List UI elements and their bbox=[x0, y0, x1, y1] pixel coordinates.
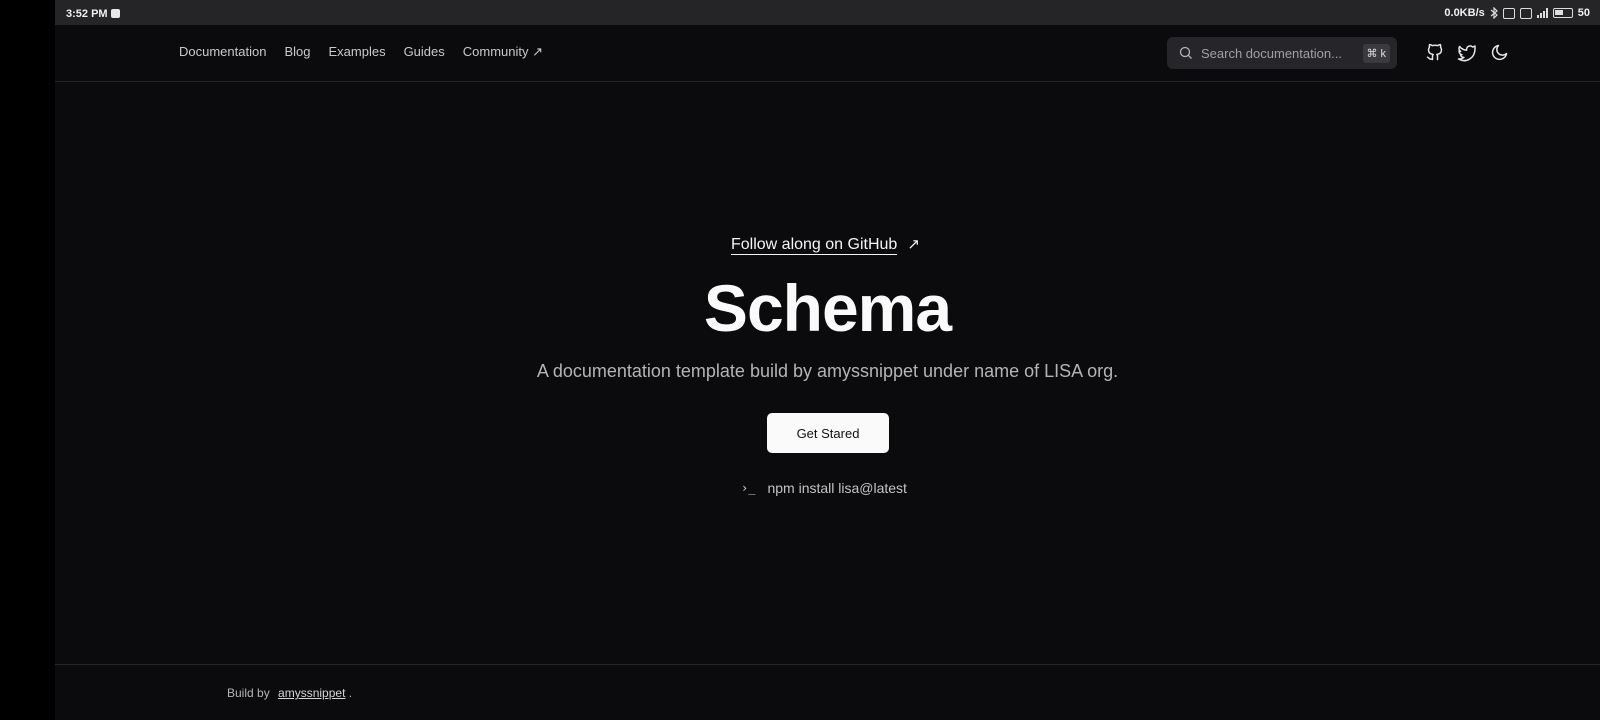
get-started-button[interactable]: Get Stared bbox=[767, 413, 889, 453]
status-time: 3:52 PM bbox=[66, 8, 108, 20]
nav-documentation[interactable]: Documentation bbox=[179, 44, 266, 60]
page-title: Schema bbox=[703, 271, 952, 345]
footer-credit: Build by amyssnippet . bbox=[227, 686, 352, 700]
github-icon[interactable] bbox=[1425, 42, 1445, 62]
battery-icon bbox=[1552, 8, 1573, 18]
left-letterbox bbox=[0, 0, 55, 720]
sim-icon bbox=[1519, 7, 1532, 19]
signal-icon bbox=[1536, 8, 1548, 18]
status-bar: 3:52 PM 0.0KB/s 50 bbox=[55, 0, 1600, 25]
site-footer: Build by amyssnippet . bbox=[55, 664, 1600, 720]
search-icon bbox=[1179, 46, 1192, 59]
terminal-icon: ›_ bbox=[741, 481, 756, 495]
nav-guides[interactable]: Guides bbox=[404, 44, 445, 60]
site-header: Documentation Blog Examples Guides Commu… bbox=[55, 25, 1600, 82]
moon-icon[interactable] bbox=[1490, 42, 1510, 62]
install-command[interactable]: ›_ npm install lisa@latest bbox=[741, 480, 907, 496]
nav-examples[interactable]: Examples bbox=[328, 44, 385, 60]
twitter-icon[interactable] bbox=[1457, 42, 1477, 62]
main-nav: Documentation Blog Examples Guides Commu… bbox=[179, 44, 543, 60]
network-speed: 0.0KB/s bbox=[1444, 7, 1485, 19]
nav-blog[interactable]: Blog bbox=[284, 44, 310, 60]
command-key-icon: ⌘ bbox=[1366, 48, 1378, 60]
search-shortcut: ⌘ k bbox=[1362, 44, 1390, 63]
search-box[interactable]: ⌘ k bbox=[1167, 37, 1397, 69]
github-follow-link[interactable]: Follow along on GitHub ↗ bbox=[731, 235, 920, 255]
vibrate-icon bbox=[1502, 7, 1515, 19]
browser-screen: 3:52 PM 0.0KB/s 50 Documentation Blog Ex… bbox=[55, 0, 1600, 720]
battery-level: 50 bbox=[1577, 7, 1590, 19]
shortcut-key: k bbox=[1380, 47, 1387, 60]
page-subtitle: A documentation template build by amyssn… bbox=[536, 361, 1119, 381]
bluetooth-icon bbox=[1490, 7, 1498, 19]
external-link-icon: ↗ bbox=[907, 236, 920, 253]
footer-prefix: Build by bbox=[227, 686, 270, 700]
footer-author-link[interactable]: amyssnippet bbox=[278, 686, 345, 700]
nav-community[interactable]: Community ↗ bbox=[463, 44, 543, 60]
status-indicators: 0.0KB/s 50 bbox=[1444, 7, 1590, 19]
github-follow-label: Follow along on GitHub bbox=[731, 236, 898, 255]
notification-icon bbox=[111, 9, 120, 18]
install-command-text: npm install lisa@latest bbox=[767, 480, 907, 496]
search-input[interactable] bbox=[1201, 37, 1366, 69]
footer-suffix: . bbox=[348, 686, 353, 700]
